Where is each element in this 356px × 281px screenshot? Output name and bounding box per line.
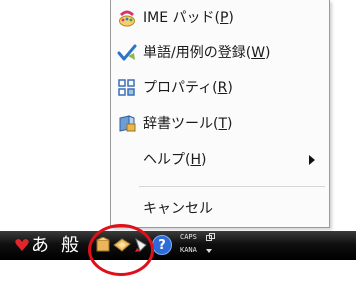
menu-item-access-key: T	[218, 116, 228, 132]
menu-item-access-key: W	[251, 45, 266, 61]
menu-item-label: キャンセル	[143, 201, 213, 217]
options-dropdown-icon[interactable]	[206, 249, 212, 253]
menu-item-access-key: H	[190, 152, 201, 168]
menu-item-word-register[interactable]: 単語/用例の登録(W)	[111, 36, 329, 70]
menu-item-suffix: )	[265, 45, 271, 61]
input-mode-indicator[interactable]: あ	[31, 231, 49, 260]
heart-icon	[15, 239, 29, 251]
restore-icon[interactable]	[206, 233, 215, 241]
menu-item-label: ヘルプ(	[143, 152, 191, 168]
help-icon[interactable]: ?	[152, 235, 172, 255]
ime-pad-icon	[119, 10, 135, 27]
menu-item-label: IME パッド(	[143, 10, 220, 26]
menu-item-label: プロパティ(	[143, 80, 218, 96]
menu-item-access-key: R	[217, 80, 228, 96]
menu-item-ime-pad[interactable]: IME パッド(P)	[111, 1, 329, 35]
word-register-icon	[117, 44, 137, 61]
menu-item-suffix: )	[227, 116, 233, 132]
ime-context-menu: IME パッド(P) 単語/用例の登録(W) プロパティ(R) 辞書ツール(T)…	[110, 0, 330, 228]
menu-item-help[interactable]: ヘルプ(H)	[111, 143, 329, 177]
menu-item-cancel[interactable]: キャンセル	[111, 192, 329, 226]
menu-separator	[139, 186, 325, 187]
menu-item-label: 単語/用例の登録(	[143, 45, 252, 61]
menu-item-suffix: )	[227, 80, 233, 96]
menu-item-suffix: )	[201, 152, 207, 168]
properties-icon	[118, 79, 135, 96]
menu-item-suffix: )	[228, 10, 234, 26]
caps-indicator: CAPS	[180, 233, 197, 241]
highlight-circle	[88, 224, 154, 276]
language-bar: あ 般 ? CAPS KANA	[0, 231, 356, 260]
menu-item-dictionary-tool[interactable]: 辞書ツール(T)	[111, 107, 329, 141]
conversion-mode-indicator[interactable]: 般	[61, 231, 79, 260]
menu-item-properties[interactable]: プロパティ(R)	[111, 71, 329, 105]
dictionary-tool-icon	[119, 115, 136, 132]
submenu-arrow-icon	[309, 155, 315, 165]
kana-indicator: KANA	[180, 246, 197, 254]
menu-item-label: 辞書ツール(	[143, 116, 219, 132]
